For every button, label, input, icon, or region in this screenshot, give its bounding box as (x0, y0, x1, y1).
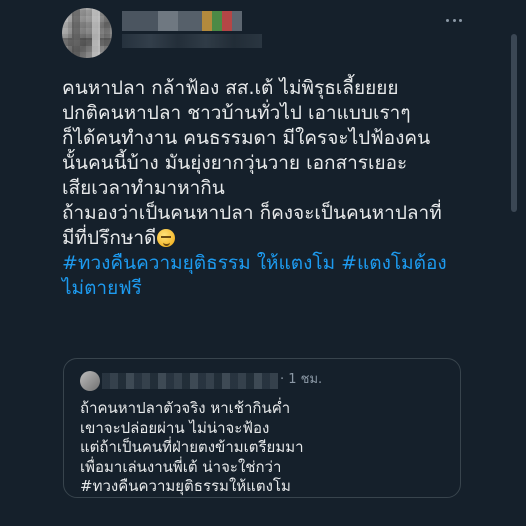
tweet-text-line: คนหาปลา กล้าฟ้อง สส.เต้ ไม่พิรุธเลี้ยยยย (62, 77, 399, 99)
quoted-text-line: เพื่อมาเล่นงานพี่เต้ น่าจะใช่กว่า (80, 457, 282, 476)
tweet-text: คนหาปลา กล้าฟ้อง สส.เต้ ไม่พิรุธเลี้ยยยย… (62, 76, 462, 301)
tweet-text-line: เสียเวลาทำมาหากิน (62, 177, 225, 199)
author-name-blurred[interactable] (122, 11, 242, 31)
quoted-tweet-time: · 1 ชม. (280, 372, 323, 387)
tweet-text-line: ปกติคนหาปลา ชาวบ้านทั่วไป เอาแบบเราๆ (62, 102, 411, 124)
quoted-tweet[interactable]: · 1 ชม. ถ้าคนหาปลาตัวจริง หาเช้ากินค่ำ เ… (63, 358, 461, 498)
tweet-text-line: มีที่ปรึกษาดี (62, 227, 157, 249)
tweet-text-last-line: มีที่ปรึกษาดี (62, 226, 462, 251)
avatar-pixelation (62, 8, 112, 58)
tweet[interactable]: คนหาปลา กล้าฟ้อง สส.เต้ ไม่พิรุธเลี้ยยยย… (0, 0, 526, 526)
quoted-tweet-text: ถ้าคนหาปลาตัวจริง หาเช้ากินค่ำ เขาจะปล่อ… (80, 399, 450, 497)
author-handle-blurred (122, 34, 262, 48)
quoted-text-line: แต่ถ้าเป็นคนที่ฝ่ายตงข้ามเตรียมมา (80, 438, 304, 457)
quoted-text-line: ถ้าคนหาปลาตัวจริง หาเช้ากินค่ำ (80, 399, 291, 417)
scrollbar-thumb[interactable] (511, 34, 517, 212)
quoted-text-line: เขาจะปล่อยผ่าน ไม่น่าจะฟ้อง (80, 418, 270, 437)
smirking-face-emoji-icon (157, 229, 176, 247)
quoted-text-line: #ทวงคืนความยุติธรรมให้แตงโม (80, 477, 291, 496)
hashtag-link[interactable]: #ทวงคืนความยุติธรรม ให้แตงโม #แตงโมต้อง (62, 251, 462, 276)
tweet-text-line: ก็ได้คนทำงาน คนธรรมดา มีใครจะไปฟ้องคน (62, 127, 431, 149)
tweet-text-line: นั้นคนนี้บ้าง มันยุ่งยากวุ่นวาย เอกสารเย… (62, 152, 408, 174)
quoted-author-name-blurred (102, 373, 278, 389)
tweet-text-line: ถ้ามองว่าเป็นคนหาปลา ก็คงจะเป็นคนหาปลาที… (62, 202, 442, 224)
scrollbar[interactable] (510, 0, 518, 526)
quoted-author-avatar (80, 371, 100, 391)
hashtag-link[interactable]: ไม่ตายฟรี (62, 276, 462, 301)
more-horizontal-icon[interactable] (446, 16, 462, 24)
author-avatar[interactable] (62, 8, 112, 58)
